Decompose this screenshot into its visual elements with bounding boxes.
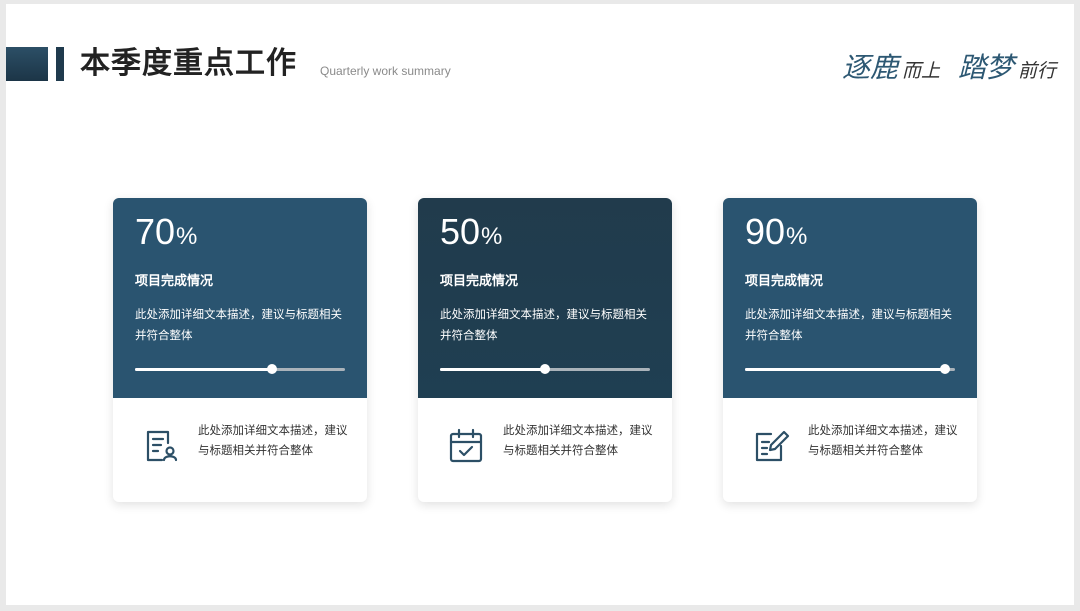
- slogan: 逐鹿 而上 踏梦 前行: [842, 48, 1056, 92]
- edit-document-icon: [751, 426, 791, 466]
- card-title: 项目完成情况: [745, 274, 824, 289]
- progress-fill: [135, 368, 272, 371]
- calendar-check-icon: [446, 426, 486, 466]
- card-footer-text: 此处添加详细文本描述，建议与标题相关并符合整体: [503, 423, 653, 457]
- percent-number: 50: [440, 211, 481, 252]
- slogan-part2-big: 踏梦: [957, 51, 1014, 84]
- card-description: 此处添加详细文本描述，建议与标题相关并符合整体: [745, 307, 952, 342]
- progress-card-3: 90% 项目完成情况 此处添加详细文本描述，建议与标题相关并符合整体 此处添加详…: [723, 198, 977, 502]
- progress-fill: [745, 368, 945, 371]
- card-title: 项目完成情况: [135, 274, 214, 289]
- page-title: 本季度重点工作: [80, 46, 297, 81]
- progress-knob[interactable]: [266, 364, 277, 374]
- card-footer: 此处添加详细文本描述，建议与标题相关并符合整体: [113, 398, 367, 502]
- percent-value: 50%: [440, 210, 502, 259]
- card-header: 90% 项目完成情况 此处添加详细文本描述，建议与标题相关并符合整体: [723, 198, 977, 398]
- card-footer: 此处添加详细文本描述，建议与标题相关并符合整体: [418, 398, 672, 502]
- slide: 本季度重点工作 Quarterly work summary 逐鹿 而上 踏梦 前行 …: [6, 4, 1074, 605]
- card-footer: 此处添加详细文本描述，建议与标题相关并符合整体: [723, 398, 977, 502]
- document-user-icon: [141, 426, 181, 466]
- progress-card-2: 50% 项目完成情况 此处添加详细文本描述，建议与标题相关并符合整体 此处添加详…: [418, 198, 672, 502]
- card-header: 70% 项目完成情况 此处添加详细文本描述，建议与标题相关并符合整体: [113, 198, 367, 398]
- percent-number: 70: [135, 211, 176, 252]
- title-accent-bar: [56, 47, 64, 81]
- percent-value: 70%: [135, 210, 197, 259]
- percent-sign: %: [176, 223, 198, 250]
- card-footer-text: 此处添加详细文本描述，建议与标题相关并符合整体: [198, 423, 348, 457]
- progress-track: [745, 364, 955, 374]
- percent-number: 90: [745, 211, 786, 252]
- slogan-part1-small: 而上: [901, 60, 940, 82]
- card-header: 50% 项目完成情况 此处添加详细文本描述，建议与标题相关并符合整体: [418, 198, 672, 398]
- card-description: 此处添加详细文本描述，建议与标题相关并符合整体: [440, 307, 647, 342]
- percent-sign: %: [786, 223, 808, 250]
- card-title: 项目完成情况: [440, 274, 519, 289]
- card-footer-text: 此处添加详细文本描述，建议与标题相关并符合整体: [808, 423, 958, 457]
- progress-card-1: 70% 项目完成情况 此处添加详细文本描述，建议与标题相关并符合整体 此处添加详…: [113, 198, 367, 502]
- progress-knob[interactable]: [540, 364, 550, 374]
- title-accent-block: [6, 47, 48, 81]
- slogan-part2-small: 前行: [1017, 60, 1056, 82]
- card-description: 此处添加详细文本描述，建议与标题相关并符合整体: [135, 307, 342, 342]
- progress-track: [440, 364, 650, 374]
- page-subtitle: Quarterly work summary: [320, 64, 451, 78]
- slogan-part1-big: 逐鹿: [841, 51, 898, 84]
- progress-knob[interactable]: [939, 364, 950, 374]
- percent-value: 90%: [745, 210, 807, 259]
- percent-sign: %: [481, 223, 503, 250]
- progress-fill: [440, 368, 545, 371]
- progress-track: [135, 364, 345, 374]
